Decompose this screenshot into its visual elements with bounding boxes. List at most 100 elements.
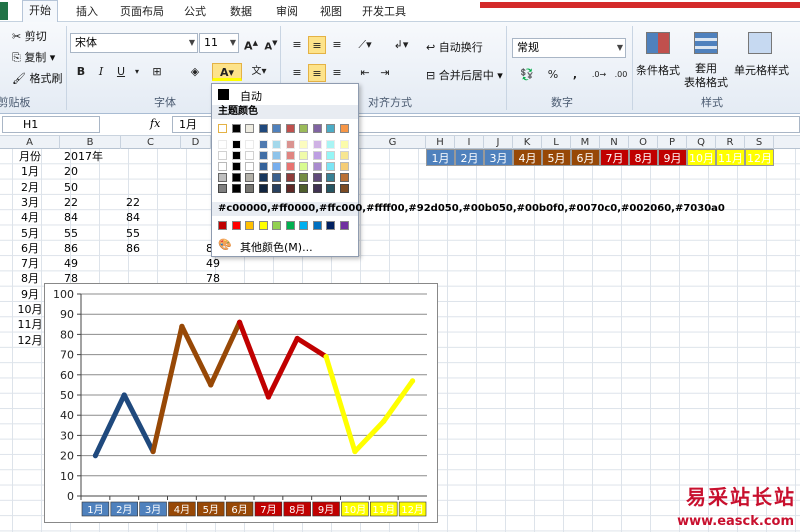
tab-insert[interactable]: 插入 [70, 3, 104, 22]
align-middle-icon[interactable]: ≡ [308, 36, 326, 54]
border-icon[interactable]: ⊞ [148, 63, 166, 81]
cell[interactable]: 20 [64, 164, 120, 179]
theme-color-shade[interactable] [312, 151, 322, 160]
auto-color-swatch[interactable] [218, 89, 229, 100]
align-bottom-icon[interactable]: ≡ [328, 36, 346, 54]
tab-data[interactable]: 数据 [224, 3, 258, 22]
cell[interactable]: 2017年 [64, 149, 120, 164]
theme-color-shade[interactable] [231, 173, 241, 182]
header-cell[interactable]: 11月 [716, 149, 745, 166]
theme-color-swatch[interactable] [312, 124, 322, 133]
orientation-icon[interactable]: ⟋▾ [356, 36, 374, 54]
col-header-g[interactable]: G [360, 136, 426, 149]
theme-color-shade[interactable] [272, 140, 281, 149]
theme-color-shade[interactable] [285, 151, 295, 160]
cell-styles-icon[interactable] [748, 32, 772, 54]
theme-color-shade[interactable] [339, 184, 349, 193]
theme-color-shade[interactable] [299, 184, 308, 193]
fx-icon[interactable]: fx [150, 116, 168, 133]
theme-color-shade[interactable] [218, 184, 227, 193]
copy-button[interactable]: ⎘ 复制 ▾ [12, 49, 55, 65]
theme-color-shade[interactable] [339, 140, 349, 149]
cell[interactable]: 5月 [2, 226, 58, 241]
standard-color-swatch[interactable] [231, 221, 241, 230]
align-center-icon[interactable]: ≡ [308, 64, 326, 82]
standard-color-swatch[interactable] [299, 221, 308, 230]
table-format-icon[interactable] [694, 32, 718, 54]
col-header-n[interactable]: N [600, 136, 629, 149]
header-cell[interactable]: 3月 [484, 149, 513, 166]
theme-color-shade[interactable] [245, 173, 254, 182]
standard-color-swatch[interactable] [285, 221, 295, 230]
line-chart[interactable]: 0 10 20 30 40 50 60 70 80 90 100 1月 2月 3月 4月 5月 6月 7月 8月 9月… [44, 283, 438, 523]
theme-color-shade[interactable] [299, 140, 308, 149]
cell[interactable]: 84 [126, 210, 180, 225]
font-color-button[interactable]: A▾ [212, 63, 242, 81]
cell[interactable]: 55 [126, 226, 180, 241]
theme-color-shade[interactable] [326, 184, 335, 193]
header-cell[interactable]: 12月 [745, 149, 774, 166]
decrease-indent-icon[interactable]: ⇤ [356, 64, 374, 82]
wrap-text-button[interactable]: ↩ 自动换行 [426, 39, 483, 55]
theme-color-shade[interactable] [272, 162, 281, 171]
cell[interactable]: 1月 [2, 164, 58, 179]
theme-color-shade[interactable] [245, 162, 254, 171]
font-name-select[interactable]: 宋体 ▼ [70, 33, 198, 53]
col-header-l[interactable]: L [542, 136, 571, 149]
phonetic-icon[interactable]: 文▾ [250, 63, 268, 81]
increase-decimal-icon[interactable]: .0→ [590, 66, 608, 84]
theme-color-shade[interactable] [258, 173, 268, 182]
header-cell[interactable]: 1月 [426, 149, 455, 166]
theme-color-shade[interactable] [299, 151, 308, 160]
col-header-r[interactable]: R [716, 136, 745, 149]
theme-color-shade[interactable] [272, 173, 281, 182]
cell[interactable]: 86 [64, 241, 120, 256]
header-cell[interactable]: 5月 [542, 149, 571, 166]
tab-home[interactable]: 开始 [22, 0, 58, 23]
cell[interactable]: 4月 [2, 210, 58, 225]
theme-color-shade[interactable] [339, 173, 349, 182]
theme-color-shade[interactable] [258, 140, 268, 149]
auto-color-option[interactable]: 自动 [240, 88, 262, 104]
theme-color-swatch[interactable] [272, 124, 281, 133]
theme-color-shade[interactable] [312, 140, 322, 149]
theme-color-swatch[interactable] [339, 124, 349, 133]
tab-view[interactable]: 视图 [314, 3, 348, 22]
theme-color-shade[interactable] [285, 173, 295, 182]
col-header-p[interactable]: P [658, 136, 687, 149]
standard-color-swatch[interactable] [218, 221, 227, 230]
header-cell[interactable]: 10月 [687, 149, 716, 166]
col-header-m[interactable]: M [571, 136, 600, 149]
conditional-format-button[interactable]: 条件格式 [636, 62, 680, 78]
cell[interactable]: 月份 [2, 149, 58, 164]
theme-color-shade[interactable] [245, 184, 254, 193]
theme-color-shade[interactable] [299, 162, 308, 171]
cut-button[interactable]: ✂ 剪切 [12, 28, 47, 44]
cell[interactable]: 50 [64, 180, 120, 195]
italic-icon[interactable]: I [92, 63, 110, 81]
shrink-font-icon[interactable]: A▼ [262, 34, 280, 52]
theme-color-shade[interactable] [299, 173, 308, 182]
comma-button[interactable]: , [566, 66, 584, 84]
col-header-k[interactable]: K [513, 136, 542, 149]
theme-color-shade[interactable] [218, 151, 227, 160]
theme-color-swatch[interactable] [218, 124, 227, 133]
col-header-a[interactable]: A [0, 136, 60, 149]
theme-color-shade[interactable] [339, 162, 349, 171]
theme-color-shade[interactable] [285, 140, 295, 149]
align-right-icon[interactable]: ≡ [328, 64, 346, 82]
theme-color-shade[interactable] [339, 151, 349, 160]
theme-color-shade[interactable] [218, 162, 227, 171]
col-header-s[interactable]: S [745, 136, 774, 149]
theme-color-shade[interactable] [326, 173, 335, 182]
theme-color-shade[interactable] [258, 151, 268, 160]
header-cell[interactable]: 7月 [600, 149, 629, 166]
col-header-i[interactable]: I [455, 136, 484, 149]
grow-font-icon[interactable]: A▲ [242, 34, 260, 53]
align-left-icon[interactable]: ≡ [288, 64, 306, 82]
col-header-d[interactable]: D [181, 136, 211, 149]
header-cell[interactable]: 4月 [513, 149, 542, 166]
cell[interactable]: 49 [64, 256, 120, 271]
theme-color-shade[interactable] [272, 151, 281, 160]
bold-icon[interactable]: B [72, 63, 90, 81]
